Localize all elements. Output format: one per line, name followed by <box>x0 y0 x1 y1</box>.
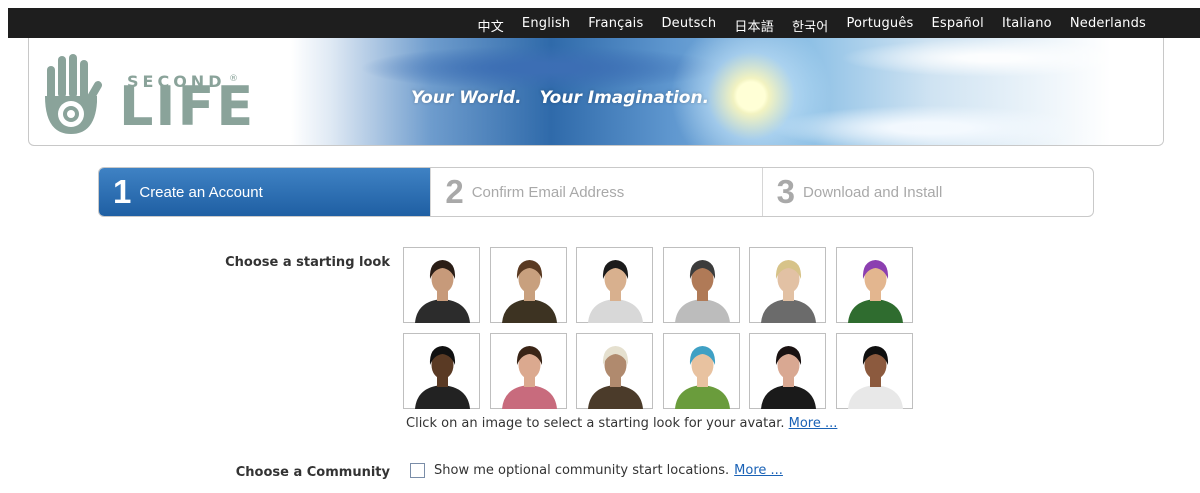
avatar-portrait-icon <box>501 260 557 323</box>
avatar-option[interactable] <box>489 333 567 409</box>
avatar-portrait-icon <box>588 260 644 323</box>
avatar-option[interactable] <box>576 247 654 323</box>
community-checkbox-label[interactable]: Show me optional community start locatio… <box>434 463 729 478</box>
avatar-option[interactable] <box>749 247 827 323</box>
language-ko[interactable]: 한국어 <box>792 16 828 35</box>
avatar-hint: Click on an image to select a starting l… <box>406 416 837 431</box>
step-download-install: 3 Download and Install <box>761 168 1093 216</box>
avatar-option[interactable] <box>403 333 480 409</box>
language-nl[interactable]: Nederlands <box>1070 16 1146 35</box>
avatar-portrait-icon <box>761 346 817 409</box>
logo-life-text: LIFE <box>119 75 256 138</box>
step-label: Download and Install <box>803 183 943 201</box>
avatar-portrait-icon <box>501 346 557 409</box>
signup-steps: 1 Create an Account 2 Confirm Email Addr… <box>98 167 1094 217</box>
avatar-portrait-icon <box>415 260 470 323</box>
language-de[interactable]: Deutsch <box>661 16 716 35</box>
language-es[interactable]: Español <box>932 16 984 35</box>
tagline: Your World. Your Imagination. <box>411 88 727 108</box>
tagline-part-2: Your Imagination. <box>539 88 710 108</box>
language-pt[interactable]: Português <box>846 16 913 35</box>
language-en[interactable]: English <box>522 16 570 35</box>
avatar-hint-text: Click on an image to select a starting l… <box>406 416 785 431</box>
avatar-option[interactable] <box>662 247 740 323</box>
step-create-account: 1 Create an Account <box>99 168 431 216</box>
avatar-portrait-icon <box>674 260 730 323</box>
avatar-portrait-icon <box>848 346 903 409</box>
avatar-option[interactable] <box>576 333 654 409</box>
avatar-option[interactable] <box>836 247 913 323</box>
step-number: 2 <box>445 173 464 210</box>
header-banner: SECOND ® LIFE Your World. Your Imaginatio… <box>28 38 1164 146</box>
avatar-portrait-icon <box>848 260 903 323</box>
step-label: Create an Account <box>139 183 263 201</box>
language-zh[interactable]: 中文 <box>478 16 504 35</box>
step-confirm-email: 2 Confirm Email Address <box>430 168 761 216</box>
avatar-option[interactable] <box>662 333 740 409</box>
avatar-option[interactable] <box>749 333 827 409</box>
avatar-option[interactable] <box>489 247 567 323</box>
hand-logo-icon[interactable] <box>39 52 103 138</box>
step-number: 1 <box>113 173 132 210</box>
community-more-link[interactable]: More ... <box>734 463 783 478</box>
community-option: Show me optional community start locatio… <box>410 463 783 478</box>
avatar-more-link[interactable]: More ... <box>789 416 838 431</box>
community-heading: Choose a Community <box>235 465 390 480</box>
language-ja[interactable]: 日本語 <box>734 16 774 35</box>
community-checkbox[interactable] <box>410 463 425 478</box>
avatar-option[interactable] <box>403 247 480 323</box>
language-bar: 中文 English Français Deutsch 日本語 한국어 Port… <box>8 8 1200 38</box>
avatar-option[interactable] <box>836 333 913 409</box>
starting-look-heading: Choose a starting look <box>225 255 390 270</box>
avatar-portrait-icon <box>761 260 817 323</box>
language-list: 中文 English Français Deutsch 日本語 한국어 Port… <box>460 16 1147 35</box>
second-life-logo[interactable]: SECOND ® LIFE <box>119 64 269 134</box>
language-it[interactable]: Italiano <box>1002 16 1052 35</box>
avatar-portrait-icon <box>674 346 730 409</box>
avatar-portrait-icon <box>588 346 644 409</box>
tagline-part-1: Your World. <box>411 88 522 108</box>
step-number: 3 <box>776 173 796 210</box>
step-label: Confirm Email Address <box>471 183 625 201</box>
avatar-portrait-icon <box>415 346 470 409</box>
language-fr[interactable]: Français <box>588 16 643 35</box>
